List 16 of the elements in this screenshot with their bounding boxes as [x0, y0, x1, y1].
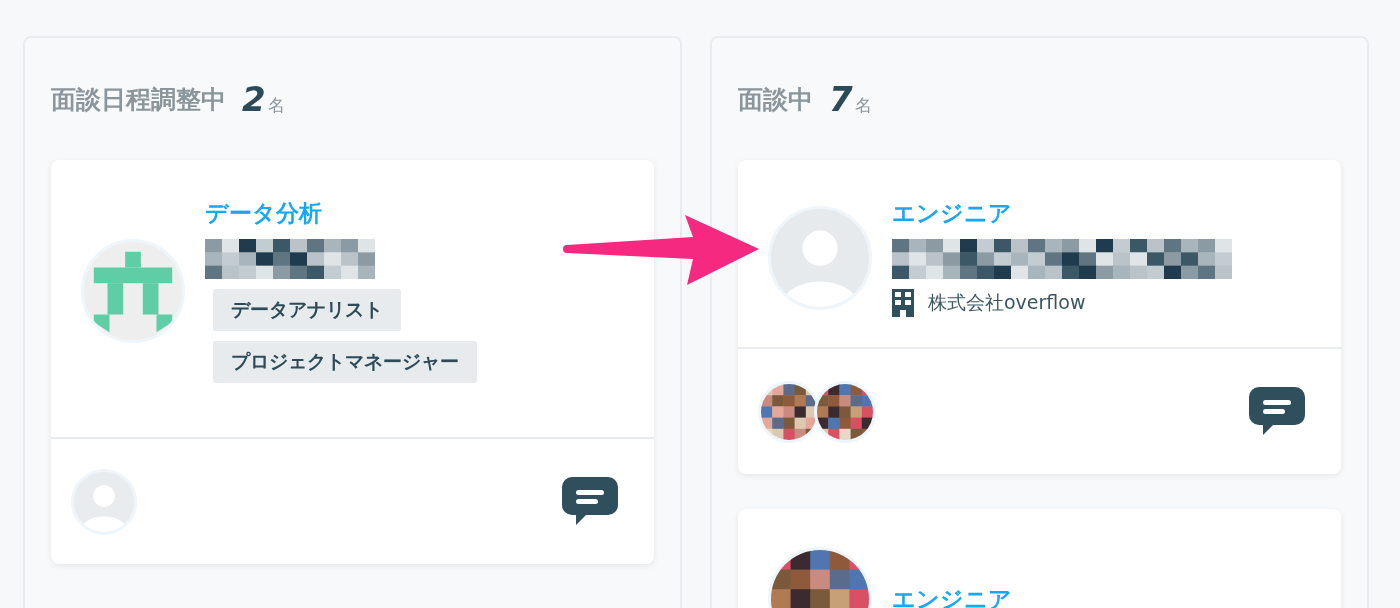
- job-category: データ分析: [205, 199, 322, 228]
- job-category: エンジニア: [892, 199, 1012, 228]
- chat-icon[interactable]: [1249, 386, 1305, 437]
- column-count: 2: [242, 79, 266, 119]
- chat-icon[interactable]: [562, 476, 618, 527]
- count-unit: 名: [267, 93, 285, 117]
- building-icon: [892, 289, 914, 317]
- candidate-card[interactable]: データ分析 データアナリスト プロジェクトマネージャー: [51, 160, 654, 564]
- column-title: 面談日程調整中: [51, 83, 226, 116]
- count-unit: 名: [854, 93, 872, 117]
- candidate-card[interactable]: エンジニア 株式会社overflow: [738, 160, 1341, 474]
- column-title: 面談中: [738, 83, 813, 116]
- role-tag: プロジェクトマネージャー: [213, 341, 477, 383]
- role-tag: データアナリスト: [213, 289, 401, 331]
- column-count: 7: [829, 79, 853, 119]
- company-name: 株式会社overflow: [928, 290, 1086, 315]
